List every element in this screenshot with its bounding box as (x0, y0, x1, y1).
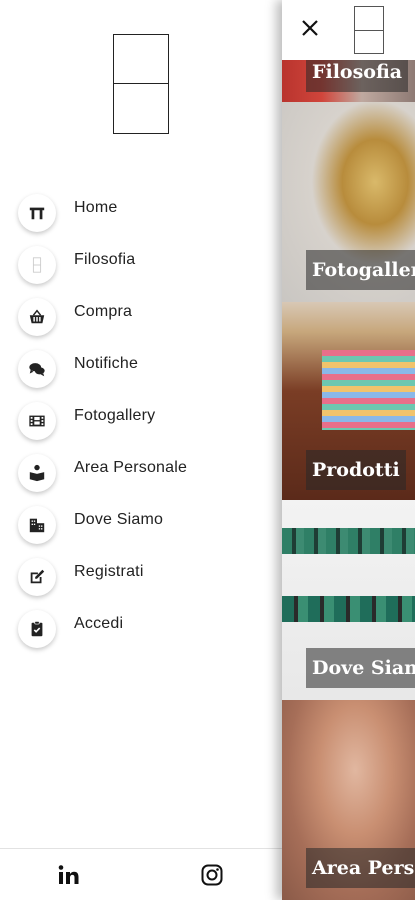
menu-item-label: Registrati (74, 563, 144, 580)
menu-item-label: Home (74, 199, 118, 216)
instagram-icon[interactable] (198, 861, 226, 889)
menu-item-registrati[interactable]: Registrati (0, 552, 282, 604)
tile-image (282, 528, 415, 554)
menu-item-label: Area Personale (74, 459, 188, 476)
basket-icon (18, 298, 56, 336)
menu-item-label: Filosofia (74, 251, 136, 268)
menu-item-area-personale[interactable]: Area Personale (0, 448, 282, 500)
reader-icon (18, 454, 56, 492)
city-icon (18, 506, 56, 544)
edit-icon (18, 558, 56, 596)
tile-label: Filosofia (306, 60, 409, 92)
menu-item-label: Accedi (74, 615, 124, 632)
tile-label: Prodotti (306, 450, 406, 490)
menu-item-accedi[interactable]: Accedi (0, 604, 282, 656)
menu-item-label: Compra (74, 303, 133, 320)
menu-item-label: Notifiche (74, 355, 139, 372)
tile-image (282, 596, 415, 622)
menu-item-label: Dove Siamo (74, 511, 164, 528)
tile-label: Area Personale (306, 848, 415, 888)
menu-item-notifiche[interactable]: Notifiche (0, 344, 282, 396)
chat-icon (18, 350, 56, 388)
tile-image (322, 350, 415, 430)
tile-area-personale[interactable]: Area Personale (282, 700, 415, 900)
drawer-menu: Home Filosofia Compra Notifiche Fotogall (0, 188, 282, 656)
menu-item-label: Fotogallery (74, 407, 156, 424)
clipboard-check-icon (18, 610, 56, 648)
close-icon[interactable] (296, 14, 324, 42)
tile-label: Fotogallery (306, 250, 415, 290)
menu-item-home[interactable]: Home (0, 188, 282, 240)
home-icon (18, 194, 56, 232)
menu-item-filosofia[interactable]: Filosofia (0, 240, 282, 292)
navigation-drawer: Home Filosofia Compra Notifiche Fotogall (0, 0, 282, 900)
menu-item-compra[interactable]: Compra (0, 292, 282, 344)
tile-filosofia[interactable]: Filosofia (282, 60, 415, 102)
tile-fotogallery[interactable]: Fotogallery (282, 102, 415, 302)
top-bar (282, 0, 415, 60)
content-panel: Filosofia Fotogallery Prodotti Dove Siam… (282, 0, 415, 900)
brand-logo (113, 34, 169, 134)
header-logo (354, 6, 384, 54)
logo-icon (18, 246, 56, 284)
drawer-footer (0, 848, 282, 900)
menu-item-fotogallery[interactable]: Fotogallery (0, 396, 282, 448)
tile-prodotti[interactable]: Prodotti (282, 302, 415, 500)
menu-item-dove-siamo[interactable]: Dove Siamo (0, 500, 282, 552)
film-icon (18, 402, 56, 440)
tile-label: Dove Siamo (306, 648, 415, 688)
tile-dove-siamo[interactable]: Dove Siamo (282, 500, 415, 700)
linkedin-icon[interactable] (55, 861, 83, 889)
